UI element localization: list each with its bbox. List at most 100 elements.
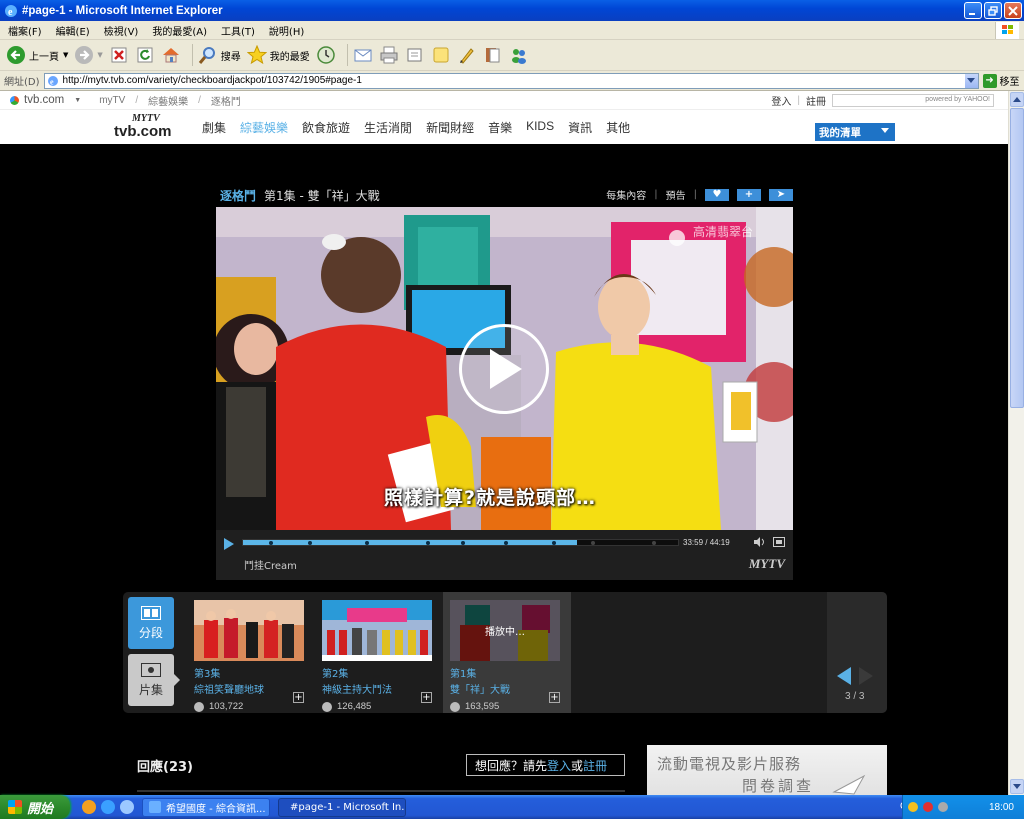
episode-thumbnail[interactable]: 播放中… [450,600,560,661]
windows-logo-icon [995,22,1019,39]
search-button[interactable]: 搜尋 [198,45,241,65]
play-icon[interactable] [223,538,235,550]
channel-watermark: 高清翡翠台 [692,225,753,239]
nav-music[interactable]: 音樂 [488,119,512,136]
seek-bar[interactable] [242,539,679,546]
nav-kids[interactable]: KIDS [526,119,554,136]
nav-lifestyle[interactable]: 生活消閒 [364,119,412,136]
taskbar-item[interactable]: 希望國度 - 綜合資訊... [142,797,270,817]
ie-quicklaunch-icon[interactable] [101,800,115,814]
login-link[interactable]: 登入 [771,93,791,108]
msn-people-icon[interactable] [509,45,529,65]
episode-card-playing[interactable]: 播放中… 第1集 雙「祥」大戰 163,595 + [443,592,571,713]
video-player[interactable]: 高清翡翠台 照樣計算?就是說頭部… [216,207,793,530]
share-button[interactable]: ➤ [769,188,793,201]
forward-button[interactable]: ▼ [74,45,103,65]
security-shield-icon[interactable] [908,802,918,812]
scroll-down-button[interactable] [1010,779,1024,794]
close-button[interactable] [1004,2,1022,19]
mail-icon[interactable] [353,45,373,65]
menu-edit[interactable]: 編輯(E) [56,23,90,38]
minimize-button[interactable] [964,2,982,19]
chapter-marker[interactable] [425,541,430,545]
site-search-input[interactable]: powered by YAHOO! [832,94,994,107]
go-button[interactable]: ➜ 移至 [982,73,1020,88]
nav-drama[interactable]: 劇集 [202,119,226,136]
episode-thumbnail[interactable] [194,600,304,661]
fullscreen-icon[interactable] [773,537,785,547]
nav-variety[interactable]: 綜藝娛樂 [240,119,288,136]
previous-arrow-icon[interactable] [837,667,851,685]
nav-info[interactable]: 資訊 [568,119,592,136]
chevron-down-icon[interactable]: ▼ [74,97,81,104]
segments-label: 分段 [138,625,163,640]
register-link[interactable]: 註冊 [806,93,826,108]
firefox-icon[interactable] [82,800,96,814]
reply-login-link[interactable]: 登入 [547,757,571,774]
chapter-marker[interactable] [591,541,595,545]
episode-card[interactable]: 第2集 神級主持大鬥法 126,485 + [315,592,443,713]
nav-others[interactable]: 其他 [606,119,630,136]
scroll-thumb[interactable] [1010,108,1024,408]
network-icon[interactable] [938,802,948,812]
volume-icon[interactable] [754,537,766,547]
my-list-button[interactable]: 我的清單 [815,123,895,141]
scroll-up-button[interactable] [1010,92,1024,107]
chapter-marker[interactable] [551,541,556,545]
vertical-scrollbar[interactable] [1008,91,1024,795]
history-icon[interactable] [316,45,336,65]
breadcrumb-variety[interactable]: 綜藝娛樂 [148,93,188,108]
segments-tab[interactable]: 分段 [128,597,174,649]
next-arrow-icon[interactable] [859,667,873,685]
messenger-icon[interactable] [457,45,477,65]
stop-icon[interactable] [109,45,129,65]
chapter-marker[interactable] [504,541,508,545]
research-icon[interactable] [483,45,503,65]
breadcrumb-program[interactable]: 逐格鬥 [211,93,241,108]
chapter-marker[interactable] [364,541,369,545]
restore-button[interactable] [984,2,1002,19]
play-overlay-button[interactable] [459,324,549,414]
back-dropdown-icon[interactable]: ▼ [63,51,68,59]
nav-news-finance[interactable]: 新聞財經 [426,119,474,136]
home-icon[interactable] [161,45,181,65]
favorite-button[interactable]: ♥ [705,188,729,201]
breadcrumb-mytv[interactable]: myTV [99,95,125,106]
taskbar-item-active[interactable]: #page-1 - Microsoft In... [278,797,406,817]
refresh-icon[interactable] [135,45,155,65]
edit-icon[interactable] [405,45,425,65]
nav-food-travel[interactable]: 飲食旅遊 [302,119,350,136]
add-to-list-button[interactable]: + [293,692,304,703]
address-input[interactable]: e http://mytv.tvb.com/variety/checkboard… [43,72,979,89]
discuss-icon[interactable] [431,45,451,65]
episode-content-link[interactable]: 每集內容 [606,187,646,202]
survey-ad-banner[interactable]: 流動電視及影片服務 問卷調查 [647,745,887,795]
episode-thumbnail[interactable] [322,600,432,661]
trailer-link[interactable]: 預告 [666,187,686,202]
menu-view[interactable]: 檢視(V) [104,23,139,38]
favorites-button[interactable]: 我的最愛 [246,45,310,65]
print-icon[interactable] [379,45,399,65]
ie-icon: e [5,4,17,18]
menu-favorites[interactable]: 我的最愛(A) [152,23,207,38]
reply-register-link[interactable]: 註冊 [583,757,607,774]
add-to-list-button[interactable]: + [549,692,560,703]
menu-file[interactable]: 檔案(F) [8,23,42,38]
tvb-small-logo[interactable]: tvb.com ▼ [10,94,81,106]
program-title[interactable]: 逐格鬥 [220,187,256,204]
add-button[interactable]: + [737,188,761,201]
forward-dropdown-icon[interactable]: ▼ [97,51,102,59]
menu-tools[interactable]: 工具(T) [221,23,255,38]
show-desktop-icon[interactable] [120,800,134,814]
mytv-logo[interactable]: MYTV tvb.com [114,113,180,141]
start-button[interactable]: 開始 [0,795,70,819]
antivirus-icon[interactable] [923,802,933,812]
address-dropdown-button[interactable] [964,73,978,88]
episode-card[interactable]: 第3集 綜祖笑聲廳地球 103,722 + [187,592,315,713]
menu-help[interactable]: 說明(H) [269,23,304,38]
chapter-marker[interactable] [651,541,656,545]
add-to-list-button[interactable]: + [421,692,432,703]
episodes-tab[interactable]: 片集 [128,654,180,706]
chapter-marker[interactable] [460,541,465,545]
back-button[interactable]: 上一頁 ▼ [6,45,68,65]
